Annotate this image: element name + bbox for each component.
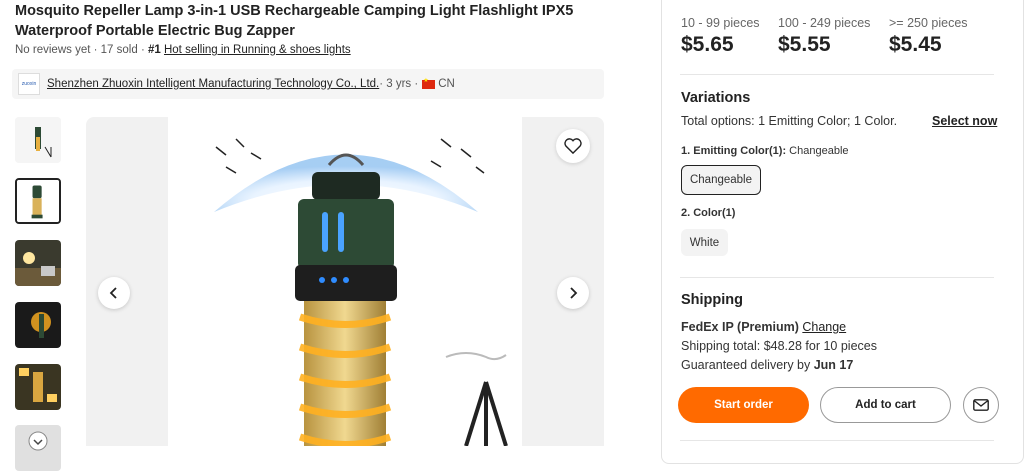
emitting-color-value: Changeable — [789, 145, 849, 157]
divider — [680, 277, 994, 278]
thumbnail-3[interactable] — [15, 240, 61, 286]
reviews-text: No reviews yet — [15, 44, 91, 56]
next-image-button[interactable] — [557, 277, 589, 309]
rank-badge: #1 — [147, 44, 161, 56]
add-to-cart-button[interactable]: Add to cart — [820, 387, 951, 423]
emitting-option-changeable[interactable]: Changeable — [681, 165, 761, 195]
price-tier-2: 100 - 249 pieces $5.55 — [778, 16, 871, 56]
emitting-color-label: 1. Emitting Color(1): Changeable — [681, 145, 849, 157]
product-meta: No reviews yet · 17 sold · #1 Hot sellin… — [15, 44, 351, 56]
supplier-bar: zuoxin Shenzhen Zhuoxin Intelligent Manu… — [12, 69, 604, 99]
guaranteed-delivery: Guaranteed delivery by Jun 17 — [681, 358, 854, 372]
thumbnail-4[interactable] — [15, 302, 61, 348]
total-options-text: Total options: 1 Emitting Color; 1 Color… — [681, 114, 898, 128]
thumbnail-1[interactable] — [15, 117, 61, 163]
delivery-date: Jun 17 — [813, 358, 854, 372]
shipping-method: FedEx IP (Premium) Change — [681, 320, 847, 334]
supplier-name-link[interactable]: Shenzhen Zhuoxin Intelligent Manufacturi… — [47, 78, 379, 90]
price-tier-3: >= 250 pieces $5.45 — [889, 16, 968, 56]
color-option-white[interactable]: White — [681, 229, 728, 256]
supplier-country: CN — [438, 78, 455, 90]
shipping-total: Shipping total: $48.28 for 10 pieces — [681, 339, 877, 353]
prev-image-button[interactable] — [98, 277, 130, 309]
message-supplier-button[interactable] — [963, 387, 999, 423]
chevron-left-icon — [109, 287, 117, 299]
ranking-link[interactable]: Hot selling in Running & shoes lights — [164, 44, 351, 56]
change-shipping-link[interactable]: Change — [802, 320, 846, 334]
favorite-button[interactable] — [556, 129, 590, 163]
sold-count: 17 sold — [100, 44, 138, 56]
start-order-button[interactable]: Start order — [678, 387, 809, 423]
chevron-right-icon — [570, 287, 578, 299]
select-now-link[interactable]: Select now — [932, 114, 997, 128]
supplier-years: · 3 yrs · — [379, 78, 419, 90]
price-tier-1: 10 - 99 pieces $5.65 — [681, 16, 760, 56]
divider — [680, 440, 994, 441]
mail-icon — [973, 399, 989, 411]
divider — [680, 74, 994, 75]
thumbnail-6[interactable] — [15, 425, 61, 471]
heart-icon — [564, 138, 582, 154]
thumbnail-2[interactable] — [15, 178, 61, 224]
product-title: Mosquito Repeller Lamp 3-in-1 USB Rechar… — [15, 3, 574, 39]
variations-title: Variations — [681, 90, 751, 106]
product-main-image — [86, 117, 604, 446]
thumbnail-5[interactable] — [15, 364, 61, 410]
china-flag-icon — [422, 77, 436, 89]
shipping-title: Shipping — [681, 292, 744, 308]
color-label: 2. Color(1) — [681, 207, 736, 219]
supplier-logo[interactable]: zuoxin — [18, 73, 40, 95]
